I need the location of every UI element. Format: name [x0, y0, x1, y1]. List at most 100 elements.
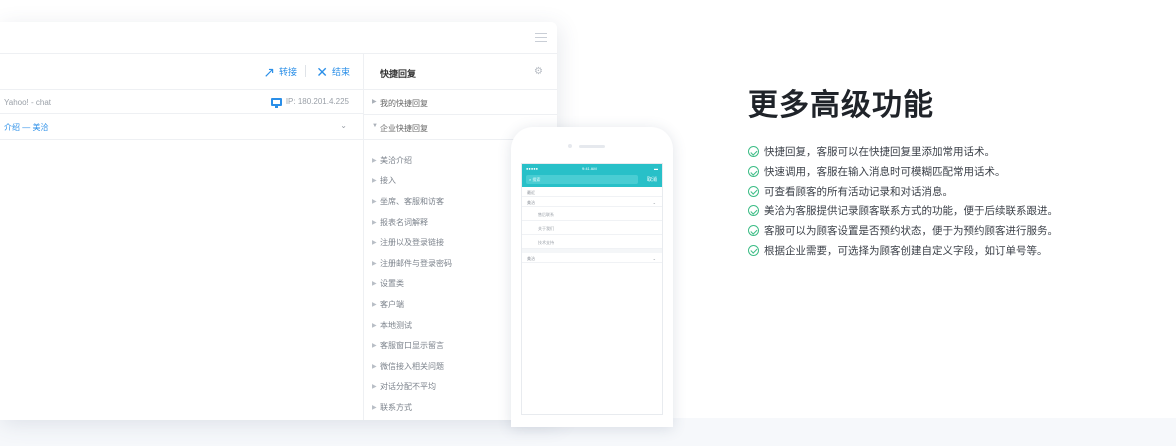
chat-topic-text: 介绍 — 美洽 — [4, 123, 49, 132]
phone-search-input[interactable]: ⌕ 搜索 — [526, 175, 638, 184]
phone-row-label: 美洽 — [527, 256, 535, 261]
feature-title: 更多高级功能 — [748, 89, 934, 122]
group-label: 我的快捷回复 — [380, 99, 428, 108]
chevron-right-icon: ▶ — [372, 363, 377, 370]
quick-reply-title: 快捷回复 — [380, 69, 417, 79]
check-circle-icon — [748, 205, 759, 217]
quick-reply-label: 联系方式 — [380, 402, 412, 412]
chevron-right-icon: ▶ — [372, 178, 377, 185]
transfer-label: 转接 — [278, 67, 297, 77]
chat-info-row: Yahoo! - chat IP: 180.201.4.225 — [0, 90, 363, 114]
chevron-right-icon: ▶ — [372, 219, 377, 226]
chevron-down-icon: ⌄ — [340, 121, 347, 130]
chat-pane: ↗ 转接 ✕ 结束 Yahoo! - chat IP: 180.201.4.22… — [0, 54, 363, 420]
check-circle-icon — [748, 244, 759, 256]
group-label: 企业快捷回复 — [380, 124, 428, 133]
quick-reply-label: 微信接入相关问题 — [380, 361, 444, 371]
chevron-right-icon: ▶ — [372, 281, 377, 288]
phone-list-row[interactable]: 美洽 ⌄ — [522, 197, 662, 207]
quick-reply-label: 接入 — [380, 176, 396, 186]
search-placeholder: 搜索 — [532, 177, 541, 182]
visitor-ip-text: IP: 180.201.4.225 — [285, 97, 349, 106]
chevron-right-icon: ▶ — [372, 322, 377, 329]
phone-search-bar: ⌕ 搜索 取消 — [522, 173, 662, 187]
transfer-button[interactable]: ↗ 转接 — [263, 63, 297, 80]
my-quick-replies-group[interactable]: ▶ 我的快捷回复 — [364, 90, 557, 115]
phone-row-label: 美洽 — [527, 200, 535, 205]
chevron-right-icon: ▶ — [372, 240, 377, 247]
phone-screen: ●●●●● 9:41 AM ▬ ⌕ 搜索 取消 最近 美洽 ⌄ 售后联系 关于我… — [521, 163, 663, 415]
quick-reply-label: 注册以及登录链接 — [380, 238, 444, 248]
feature-list: 快捷回复，客服可以在快捷回复里添加常用话术。 快速调用，客服在输入消息时可模糊匹… — [748, 142, 1058, 260]
phone-section-row[interactable]: 技术支持 — [522, 235, 662, 249]
phone-cancel-button[interactable]: 取消 — [647, 176, 657, 183]
chevron-right-icon: ▶ — [372, 198, 377, 205]
phone-section-row[interactable]: 关于我们 — [522, 221, 662, 235]
chevron-right-icon: ▶ — [372, 99, 377, 105]
phone-speaker — [579, 145, 605, 148]
quick-reply-label: 客服窗口显示留言 — [380, 341, 444, 351]
status-time: 9:41 AM — [582, 166, 597, 171]
chat-source: Yahoo! - chat — [4, 98, 51, 107]
phone-section-label: 关于我们 — [538, 226, 554, 231]
chevron-right-icon: ▶ — [372, 404, 377, 411]
search-icon: ⌕ — [529, 177, 532, 182]
phone-status-bar: ●●●●● 9:41 AM ▬ — [522, 164, 662, 173]
signal-icon: ●●●●● — [526, 166, 539, 171]
transfer-icon: ↗ — [263, 63, 275, 80]
end-chat-button[interactable]: ✕ 结束 — [316, 63, 350, 80]
check-circle-icon — [748, 185, 759, 197]
feature-item: 客服可以为顾客设置是否预约状态，便于为预约顾客进行服务。 — [748, 221, 1058, 241]
console-window: ↗ 转接 ✕ 结束 Yahoo! - chat IP: 180.201.4.22… — [0, 22, 557, 420]
toolbar-divider — [305, 65, 306, 77]
quick-reply-label: 设置类 — [380, 279, 404, 289]
feature-text: 美洽为客服提供记录顾客联系方式的功能，便于后续联系跟进。 — [764, 205, 1058, 218]
feature-item: 可查看顾客的所有活动记录和对话消息。 — [748, 181, 1058, 201]
phone-section-label: 售后联系 — [538, 212, 554, 217]
chevron-right-icon: ▶ — [372, 343, 377, 350]
console-topbar — [0, 22, 557, 54]
check-circle-icon — [748, 146, 759, 158]
feature-item: 快速调用，客服在输入消息时可模糊匹配常用话术。 — [748, 162, 1058, 182]
feature-text: 快捷回复，客服可以在快捷回复里添加常用话术。 — [764, 146, 995, 159]
quick-reply-label: 本地测试 — [380, 320, 412, 330]
quick-reply-label: 坐席、客服和访客 — [380, 196, 444, 206]
end-chat-label: 结束 — [331, 67, 350, 77]
feature-text: 可查看顾客的所有活动记录和对话消息。 — [764, 185, 953, 198]
chevron-right-icon: ▶ — [372, 384, 377, 391]
chevron-down-icon: ⌄ — [652, 200, 656, 205]
visitor-ip: IP: 180.201.4.225 — [270, 97, 349, 108]
quick-reply-label: 美洽介绍 — [380, 155, 412, 165]
chevron-right-icon: ▶ — [372, 301, 377, 308]
chat-topic-select[interactable]: 介绍 — 美洽 ⌄ — [0, 114, 363, 140]
chevron-right-icon: ▶ — [372, 260, 377, 267]
chevron-down-icon: ▼ — [372, 123, 378, 129]
quick-reply-label: 报表名词解释 — [380, 217, 428, 227]
chevron-down-icon: ⌄ — [652, 256, 656, 261]
phone-row-label: 最近 — [527, 190, 535, 195]
monitor-icon — [270, 97, 282, 108]
check-circle-icon — [748, 166, 759, 178]
quick-reply-label: 客户端 — [380, 299, 404, 309]
quick-reply-label: 注册邮件与登录密码 — [380, 258, 452, 268]
quick-reply-header: 快捷回复 ⚙ — [364, 54, 557, 90]
chat-toolbar: ↗ 转接 ✕ 结束 — [0, 54, 363, 90]
feature-item: 根据企业需要，可选择为顾客创建自定义字段，如订单号等。 — [748, 240, 1058, 260]
check-circle-icon — [748, 225, 759, 237]
phone-mockup: ●●●●● 9:41 AM ▬ ⌕ 搜索 取消 最近 美洽 ⌄ 售后联系 关于我… — [511, 127, 673, 427]
gear-icon[interactable]: ⚙ — [534, 66, 543, 77]
phone-list-row[interactable]: 最近 — [522, 187, 662, 197]
feature-item: 快捷回复，客服可以在快捷回复里添加常用话术。 — [748, 142, 1058, 162]
chevron-right-icon: ▶ — [372, 157, 377, 164]
phone-list-row[interactable]: 美洽 ⌄ — [522, 253, 662, 263]
feature-text: 快速调用，客服在输入消息时可模糊匹配常用话术。 — [764, 166, 1006, 179]
battery-icon: ▬ — [654, 166, 658, 171]
close-icon: ✕ — [316, 63, 328, 80]
feature-text: 根据企业需要，可选择为顾客创建自定义字段，如订单号等。 — [764, 244, 1048, 257]
phone-section-row[interactable]: 售后联系 — [522, 207, 662, 221]
feature-item: 美洽为客服提供记录顾客联系方式的功能，便于后续联系跟进。 — [748, 201, 1058, 221]
phone-camera — [568, 144, 572, 148]
feature-text: 客服可以为顾客设置是否预约状态，便于为预约顾客进行服务。 — [764, 225, 1058, 238]
menu-icon[interactable] — [535, 33, 547, 42]
quick-reply-label: 对话分配不平均 — [380, 382, 436, 392]
